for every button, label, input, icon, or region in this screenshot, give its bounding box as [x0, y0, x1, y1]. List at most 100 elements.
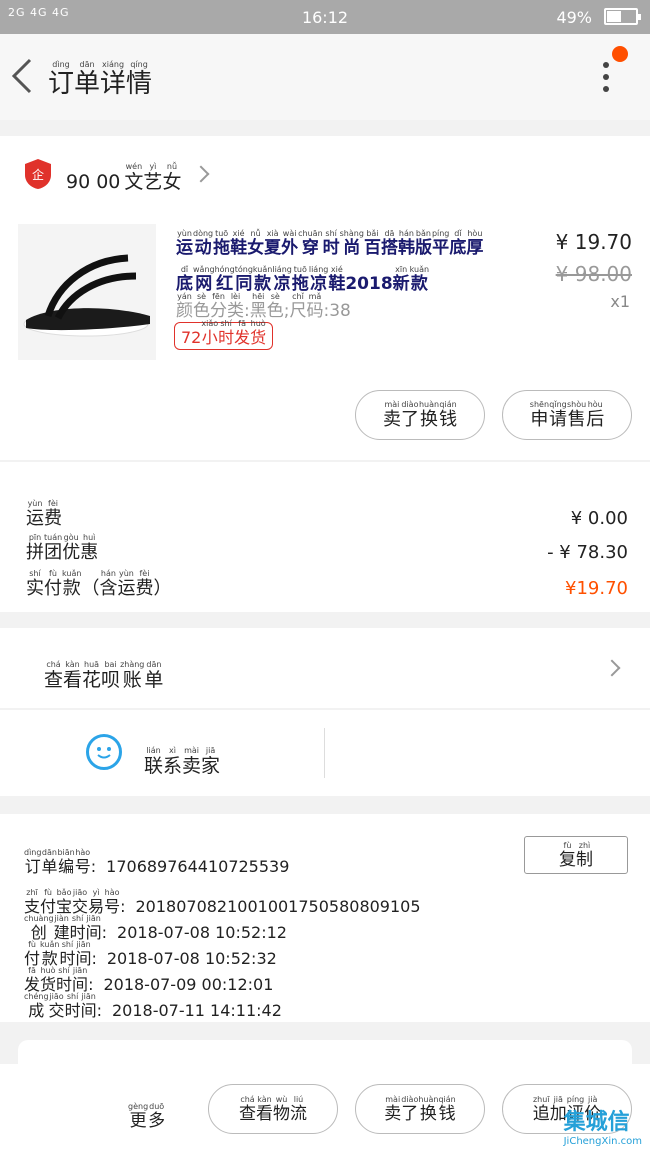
ruby-char: dìng 订: [24, 848, 42, 876]
smiley-chat-icon: [86, 734, 122, 770]
contact-seller-label: lián 联 xì 系 mài 卖 jiā 家: [144, 738, 220, 777]
page-title: dìng 订 dān 单 xiáng 详 qíng 情: [48, 52, 152, 99]
ruby-char: xì 系: [163, 746, 183, 777]
ruby-char: tuán 团: [44, 533, 63, 563]
enterprise-shop-icon: 企: [25, 159, 51, 189]
nav-bar: dìng 订 dān 单 xiáng 详 qíng 情: [0, 34, 650, 120]
shop-row[interactable]: 企 90 00 wén 文 yì 艺 nǚ 女: [0, 136, 650, 214]
ruby-char: shí 时: [64, 992, 81, 1020]
ruby-char: zhì 制: [576, 840, 593, 870]
ruby-char: gòu 优: [62, 533, 81, 563]
ruby-char: jiān 间: [80, 992, 97, 1020]
ruby-char: shòu 售: [567, 400, 587, 431]
order-info-label: dìng 订 dān 单 biān 编 hào 号 :: [24, 840, 96, 876]
ruby-char: bai 呗: [101, 660, 121, 691]
notification-dot: [612, 46, 628, 62]
shop-name: 90 00 wén 文 yì 艺 nǚ 女: [66, 162, 182, 193]
order-info-label: chéng 成 jiāo 交 shí 时 jiān 间 :: [24, 984, 102, 1020]
ruby-char: kuǎn 款: [62, 569, 82, 599]
ruby-char: fèi 费: [135, 569, 154, 599]
ruby-char: dā 搭: [380, 229, 398, 258]
ruby-char: qián 钱: [439, 400, 458, 431]
ruby-char: tuō 拖: [213, 229, 231, 258]
battery-icon: [604, 8, 641, 25]
ruby-char: dān 单: [41, 848, 58, 876]
ruby-char: dān 单: [74, 60, 101, 99]
ruby-char: 2018: [345, 273, 393, 294]
ruby-char: 72: [181, 328, 202, 348]
ruby-char: xià 夏: [264, 229, 282, 258]
ruby-char: jiā 家: [201, 746, 221, 777]
order-info-row: dìng 订 dān 单 biān 编 hào 号 :170689764410725539: [24, 840, 289, 876]
svg-text:企: 企: [32, 167, 44, 182]
sell-exchange-button[interactable]: mài 卖 diào 了 huàn 换 qián 钱: [355, 1084, 485, 1134]
ruby-char: fā 发: [234, 319, 251, 348]
ruby-char: wén 文: [124, 162, 144, 193]
fee-summary: yùn 运 fèi 费 ¥ 0.00 pīn 拼 tuán 团 gòu 优 huì 惠 - ¥ 78…: [0, 462, 650, 612]
watermark-logo: 集城信 JiChengXin.com: [563, 1110, 642, 1147]
ruby-char: chǐ 尺: [289, 292, 307, 321]
ruby-char: kàn 看: [256, 1094, 273, 1124]
copy-button[interactable]: fù 复 zhì 制: [524, 836, 628, 874]
ruby-char: zhàng 账: [120, 660, 145, 691]
ruby-char: lèi 类: [227, 292, 244, 321]
ruby-char: yán 颜: [176, 292, 193, 321]
ruby-char: mǎ 码: [306, 292, 324, 321]
quantity: x1: [610, 292, 630, 311]
ruby-char: （: [81, 578, 100, 599]
ruby-char: zhuī 追: [532, 1094, 550, 1124]
battery-percent: 49%: [556, 8, 592, 27]
ruby-char: pīn 拼: [26, 533, 44, 563]
ruby-char: shēn 申: [529, 400, 550, 431]
ruby-char: huàn 换: [418, 1094, 439, 1124]
product-title[interactable]: yùn 运 dòng 动 tuō 拖 xié 鞋 nǚ 女 xià 夏 wài 外 chuān 穿 shí 时 sh…: [176, 222, 542, 293]
product-image[interactable]: [18, 224, 156, 360]
contact-seller-row[interactable]: lián 联 xì 系 mài 卖 jiā 家: [0, 710, 650, 796]
ruby-char: chéng 成: [24, 992, 49, 1020]
ruby-char: fēn 分: [210, 292, 227, 321]
ruby-char: :: [90, 857, 97, 876]
ruby-char: shàng 尚: [339, 229, 364, 258]
more-button[interactable]: gèng 更 duō 多: [128, 1094, 165, 1131]
order-info-value: 170689764410725539: [106, 856, 290, 876]
ruby-char: kuǎn 款: [409, 264, 430, 294]
ruby-char: lián 联: [144, 746, 164, 777]
ruby-char: nǚ 女: [247, 229, 265, 258]
ruby-char: :: [96, 1001, 102, 1020]
back-arrow-icon[interactable]: [8, 56, 38, 96]
shipping-fee-row: yùn 运 fèi 费 ¥ 0.00: [26, 499, 628, 529]
ruby-char: xiáng 详: [100, 60, 127, 99]
ruby-char: nǚ 女: [162, 162, 182, 193]
clock: 16:12: [301, 8, 349, 27]
ruby-char: sè 色: [193, 292, 210, 321]
ruby-char: hòu 厚: [466, 229, 484, 258]
ruby-char: hào 号: [74, 848, 91, 876]
more-menu-icon[interactable]: [596, 58, 616, 98]
shipping-promise-tag: 72 xiǎo 小 shí 时 fā 发 huò 货: [174, 319, 274, 350]
ruby-char: dǐ 底: [449, 229, 467, 258]
ruby-char: huò 货: [250, 319, 267, 348]
ruby-char: fù 付: [44, 569, 62, 599]
ruby-char: :38: [323, 301, 351, 321]
sell-exchange-button[interactable]: mài 卖 diào 了 huàn 换 qián 钱: [355, 390, 485, 440]
ruby-char: píng 平: [431, 229, 450, 258]
ruby-char: huàn 换: [418, 400, 440, 431]
ruby-char: biān 编: [57, 848, 75, 876]
ruby-char: yùn 运: [117, 569, 136, 599]
product-price: ¥ 19.70: [555, 230, 632, 254]
ruby-char: mài 卖: [382, 400, 401, 431]
product-spec: yán 颜 sè 色 fēn 分 lèi 类 : hēi 黑 sè 色 ; chǐ 尺 mǎ 码 :38: [176, 284, 351, 321]
ruby-char: chá 查: [239, 1094, 256, 1124]
ruby-char: gèng 更: [128, 1102, 149, 1131]
ruby-char: qíng 情: [126, 60, 153, 99]
product-card: yùn 运 dòng 动 tuō 拖 xié 鞋 nǚ 女 xià 夏 wài 外 chuān 穿 shí 时 sh…: [0, 214, 650, 460]
ruby-char: mài 卖: [182, 746, 202, 777]
view-logistics-button[interactable]: chá 查 kàn 看 wù 物 liú 流: [208, 1084, 338, 1134]
ruby-char: dān 单: [144, 660, 164, 691]
amount-paid-row: shí 实 fù 付 kuǎn 款 （hán 含 yùn 运 fèi 费 ） ¥19.70: [26, 569, 628, 599]
ruby-char: dòng 动: [193, 229, 214, 258]
after-sales-button[interactable]: shēn 申 qǐng 请 shòu 售 hòu 后: [502, 390, 632, 440]
ruby-char: xiǎo 小: [201, 319, 219, 348]
huabei-bill-row[interactable]: chá 查 kàn 看 huā 花 bai 呗 zhàng 账 dān 单: [0, 628, 650, 708]
ruby-char: wài 外: [281, 229, 299, 258]
